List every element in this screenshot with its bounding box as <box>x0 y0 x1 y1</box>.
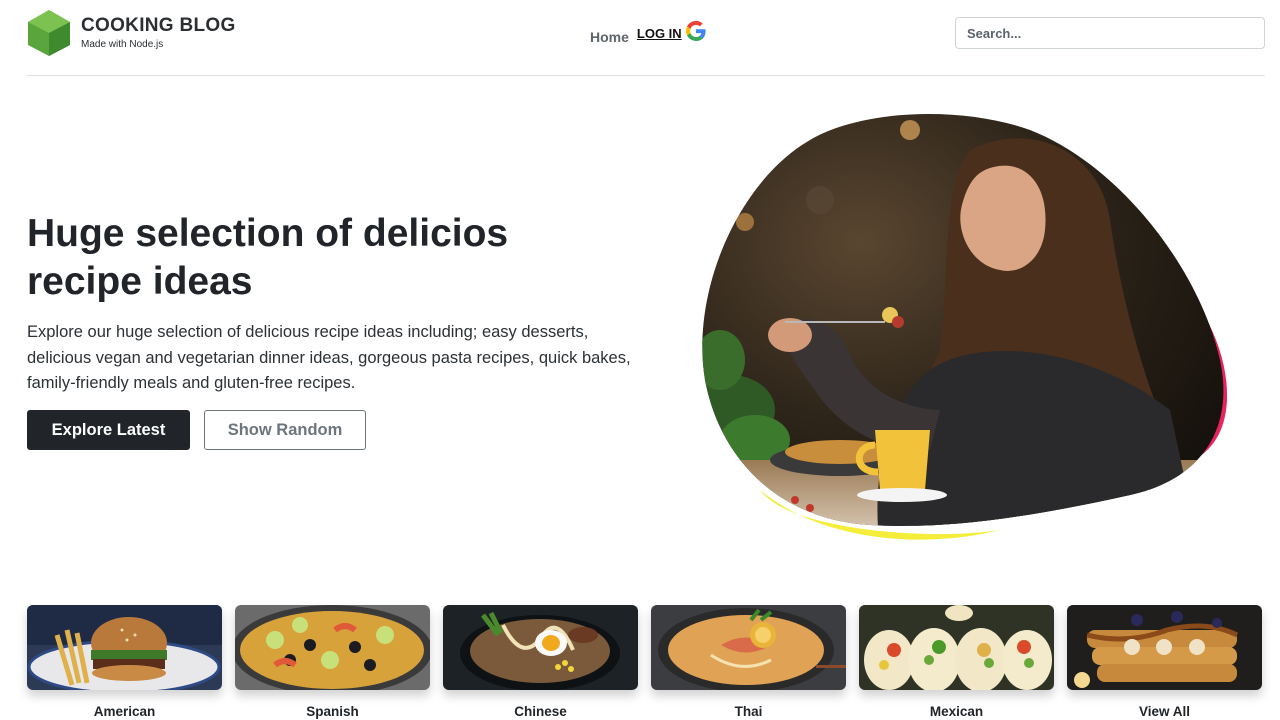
category-label: Thai <box>734 704 763 719</box>
search-input[interactable] <box>955 17 1265 49</box>
category-image <box>443 605 638 690</box>
category-image <box>1067 605 1262 690</box>
category-image <box>27 605 222 690</box>
main-nav: Home LOG IN <box>590 17 708 45</box>
category-label: Mexican <box>929 704 984 719</box>
hero-title: Huge selection of delicios recipe ideas <box>27 212 509 303</box>
hero-description: Explore our huge selection of delicious … <box>27 323 631 392</box>
category-american[interactable]: American <box>27 605 222 719</box>
pancakes-photo-icon <box>1067 605 1262 690</box>
nav-home-link[interactable]: Home <box>590 29 629 45</box>
google-g-icon[interactable] <box>684 19 708 43</box>
category-label: Spanish <box>306 704 359 719</box>
category-label: Chinese <box>514 704 567 719</box>
show-random-button[interactable]: Show Random <box>204 410 366 450</box>
category-image <box>235 605 430 690</box>
nav-login-link[interactable]: LOG IN <box>637 26 682 41</box>
category-thai[interactable]: Thai <box>651 605 846 719</box>
brand-title: COOKING BLOG <box>81 15 236 36</box>
hero-woman-eating-image <box>702 113 1228 540</box>
category-mexican[interactable]: Mexican <box>859 605 1054 719</box>
category-chinese[interactable]: Chinese <box>443 605 638 719</box>
category-list: American Spanish Chinese Thai Mexican Vi… <box>27 605 1265 719</box>
ramen-photo-icon <box>443 605 638 690</box>
curry-noodles-photo-icon <box>651 605 846 690</box>
category-image <box>859 605 1054 690</box>
category-label: View All <box>1138 704 1191 719</box>
burger-photo-icon <box>27 605 222 690</box>
brand-logo-link[interactable]: COOKING BLOG Made with Node.js <box>27 9 236 57</box>
category-spanish[interactable]: Spanish <box>235 605 430 719</box>
explore-latest-button[interactable]: Explore Latest <box>27 410 190 450</box>
category-image <box>651 605 846 690</box>
node-hexagon-logo-icon <box>28 10 70 56</box>
site-header: COOKING BLOG Made with Node.js Home LOG … <box>27 0 1265 76</box>
brand-subtitle: Made with Node.js <box>81 39 164 50</box>
category-view-all[interactable]: View All <box>1067 605 1262 719</box>
category-label: American <box>93 704 156 719</box>
paella-photo-icon <box>235 605 430 690</box>
tacos-photo-icon <box>859 605 1054 690</box>
